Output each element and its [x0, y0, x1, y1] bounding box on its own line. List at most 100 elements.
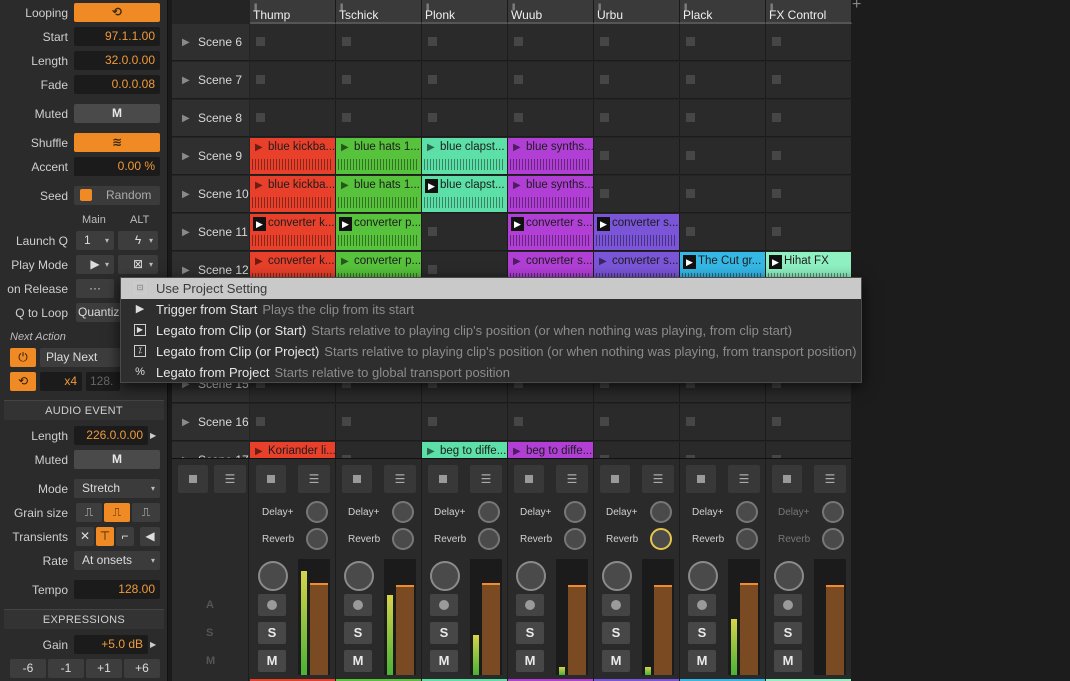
mute-button[interactable]: M — [258, 650, 286, 672]
seed-button[interactable]: Random — [74, 186, 160, 205]
empty-clip-slot[interactable] — [680, 214, 766, 251]
scene-list-button[interactable]: ☰ — [214, 465, 246, 493]
track-stop-button[interactable] — [256, 465, 286, 493]
send-delay-knob[interactable] — [392, 501, 414, 523]
empty-clip-slot[interactable] — [594, 62, 680, 99]
clip-slot[interactable]: ▶ beg to diffe... — [508, 442, 594, 458]
empty-clip-slot[interactable] — [336, 24, 422, 61]
play-mode-alt-select[interactable]: ⊠ ▾ — [118, 255, 158, 274]
solo-button[interactable]: S — [430, 622, 458, 644]
empty-clip-slot[interactable] — [422, 62, 508, 99]
scene-launch-button[interactable]: Scene 16 — [172, 404, 249, 441]
pan-knob[interactable] — [430, 561, 460, 591]
gain-plus-1-button[interactable]: +1 — [86, 659, 122, 678]
track-header[interactable]: ||| FX Control — [766, 0, 852, 24]
empty-clip-slot[interactable] — [766, 176, 852, 213]
empty-clip-slot[interactable] — [594, 24, 680, 61]
pan-knob[interactable] — [602, 561, 632, 591]
track-list-button[interactable]: ☰ — [814, 465, 846, 493]
send-delay-knob[interactable] — [564, 501, 586, 523]
add-track-icon[interactable]: + — [852, 0, 861, 14]
gain-plus-6-button[interactable]: +6 — [124, 659, 160, 678]
clip-slot[interactable]: ▶ blue hats 1... — [336, 138, 422, 175]
empty-clip-slot[interactable] — [250, 62, 336, 99]
play-mode-main-select[interactable]: ▶ ▾ — [76, 255, 114, 274]
record-arm-button[interactable] — [774, 594, 802, 616]
transients-off-button[interactable]: ✕ — [76, 527, 94, 546]
gain-field[interactable]: +5.0 dB — [74, 635, 148, 654]
track-list-button[interactable]: ☰ — [298, 465, 330, 493]
empty-clip-slot[interactable] — [508, 100, 594, 137]
empty-clip-slot[interactable] — [422, 404, 508, 441]
scene-launch-button[interactable]: Scene 11 — [172, 214, 249, 251]
solo-button[interactable]: S — [774, 622, 802, 644]
empty-clip-slot[interactable] — [680, 62, 766, 99]
chevron-right-icon[interactable]: ▶ — [150, 640, 156, 649]
record-arm-button[interactable] — [344, 594, 372, 616]
empty-clip-slot[interactable] — [766, 138, 852, 175]
empty-clip-slot[interactable] — [680, 138, 766, 175]
record-arm-button[interactable] — [516, 594, 544, 616]
grain-medium-button[interactable]: ⎍ — [104, 503, 130, 522]
transients-preview-button[interactable]: ◀ — [140, 527, 160, 546]
grain-small-button[interactable]: ⎍ — [76, 503, 102, 522]
menu-item-legato-clip-start[interactable]: ▶ Legato from Clip (or Start) Starts rela… — [121, 320, 861, 341]
length-field[interactable]: 32.0.0.00 — [74, 51, 160, 70]
mute-button[interactable]: M — [688, 650, 716, 672]
track-list-button[interactable]: ☰ — [470, 465, 502, 493]
solo-button[interactable]: S — [344, 622, 372, 644]
empty-clip-slot[interactable] — [336, 62, 422, 99]
empty-clip-slot[interactable] — [594, 138, 680, 175]
accent-field[interactable]: 0.00 % — [74, 157, 160, 176]
clip-slot[interactable]: ▶ beg to diffe... — [422, 442, 508, 458]
chevron-right-icon[interactable]: ▶ — [150, 431, 156, 440]
fade-field[interactable]: 0.0.0.08 — [74, 75, 160, 94]
send-delay-knob[interactable] — [736, 501, 758, 523]
clip-slot[interactable]: ▶ converter s... — [594, 214, 680, 251]
pan-knob[interactable] — [774, 561, 804, 591]
menu-item-legato-clip-project[interactable]: ⁒ Legato from Clip (or Project) Starts re… — [121, 341, 861, 362]
track-header[interactable]: ||| Plonk — [422, 0, 508, 24]
empty-clip-slot[interactable] — [766, 404, 852, 441]
menu-item-legato-project[interactable]: % Legato from Project Starts relative to … — [121, 362, 861, 383]
transients-detect-button[interactable]: ⊤ — [96, 527, 114, 546]
send-reverb-knob[interactable] — [306, 528, 328, 550]
send-delay-knob[interactable] — [822, 501, 844, 523]
empty-clip-slot[interactable] — [680, 404, 766, 441]
send-reverb-knob[interactable] — [736, 528, 758, 550]
clip-slot[interactable]: ▶ converter p... — [336, 214, 422, 251]
solo-button[interactable]: S — [258, 622, 286, 644]
record-arm-button[interactable] — [602, 594, 630, 616]
send-reverb-knob[interactable] — [564, 528, 586, 550]
empty-clip-slot[interactable] — [766, 214, 852, 251]
track-list-button[interactable]: ☰ — [642, 465, 674, 493]
track-stop-button[interactable] — [342, 465, 372, 493]
clip-slot[interactable]: ▶ converter s... — [508, 214, 594, 251]
mute-button[interactable]: M — [774, 650, 802, 672]
empty-clip-slot[interactable] — [336, 404, 422, 441]
volume-fader[interactable] — [654, 585, 672, 675]
mute-button[interactable]: M — [344, 650, 372, 672]
track-list-button[interactable]: ☰ — [556, 465, 588, 493]
record-arm-button[interactable] — [258, 594, 286, 616]
track-header[interactable]: ||| Plack — [680, 0, 766, 24]
volume-fader[interactable] — [396, 585, 414, 675]
looping-toggle[interactable]: ⟲ — [74, 3, 160, 22]
empty-clip-slot[interactable] — [766, 24, 852, 61]
track-stop-button[interactable] — [600, 465, 630, 493]
mute-button[interactable]: M — [602, 650, 630, 672]
stop-all-button[interactable] — [178, 465, 208, 493]
send-delay-knob[interactable] — [650, 501, 672, 523]
empty-clip-slot[interactable] — [766, 100, 852, 137]
empty-clip-slot[interactable] — [250, 404, 336, 441]
clip-slot[interactable]: ▶ blue clapst... — [422, 138, 508, 175]
mute-button[interactable]: M — [430, 650, 458, 672]
clip-slot[interactable]: ▶ blue synths... — [508, 138, 594, 175]
empty-clip-slot[interactable] — [336, 100, 422, 137]
solo-button[interactable]: S — [516, 622, 544, 644]
track-stop-button[interactable] — [428, 465, 458, 493]
send-reverb-knob[interactable] — [650, 528, 672, 550]
empty-clip-slot[interactable] — [594, 176, 680, 213]
track-list-button[interactable]: ☰ — [384, 465, 416, 493]
volume-fader[interactable] — [568, 585, 586, 675]
